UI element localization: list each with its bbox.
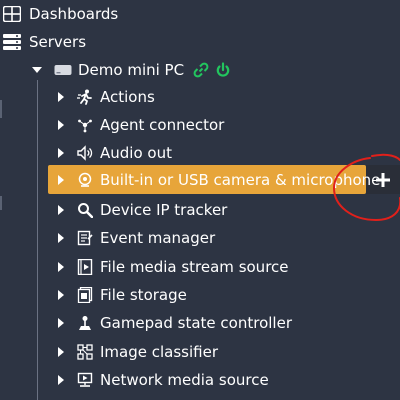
red-annotation-circle [332, 153, 400, 222]
expand-caret-icon[interactable] [58, 290, 64, 300]
file-media-icon [76, 258, 94, 276]
agent-network-icon [76, 116, 94, 134]
tree-item-gamepad-controller[interactable]: Gamepad state controller [0, 309, 400, 337]
expand-caret-icon[interactable] [58, 375, 64, 385]
tree-item-event-manager[interactable]: Event manager [0, 224, 400, 252]
file-storage-icon [76, 286, 94, 304]
tree-item-file-storage[interactable]: File storage [0, 281, 400, 309]
expand-caret-icon[interactable] [58, 175, 64, 185]
expand-caret-icon[interactable] [58, 233, 64, 243]
tree-item-label: Event manager [100, 229, 216, 247]
network-media-icon [76, 371, 94, 389]
tree-item-label: File storage [100, 286, 187, 304]
webcam-icon [76, 171, 94, 189]
expand-caret-icon[interactable] [58, 205, 64, 215]
tree-item-label: Servers [29, 33, 87, 51]
power-icon[interactable] [214, 61, 232, 79]
collapse-caret-icon[interactable] [32, 67, 42, 73]
tree-item-servers[interactable]: Servers [0, 28, 400, 56]
tree-item-dashboards[interactable]: Dashboards [0, 0, 400, 28]
tree-item-label: Device IP tracker [100, 201, 228, 219]
tree-item-label: File media stream source [100, 258, 289, 276]
tree-item-label: Actions [100, 88, 155, 106]
server-stack-icon [3, 33, 21, 51]
tree-item-label: Audio out [100, 144, 172, 162]
device-tree: Dashboards Servers Demo mini PC Actions [0, 0, 400, 400]
tree-item-network-media-source[interactable]: Network media source [0, 366, 400, 394]
event-manager-icon [76, 229, 94, 247]
dashboard-grid-icon [3, 5, 21, 23]
tree-item-file-media-stream[interactable]: File media stream source [0, 253, 400, 281]
expand-caret-icon[interactable] [58, 318, 64, 328]
expand-caret-icon[interactable] [58, 148, 64, 158]
expand-caret-icon[interactable] [58, 347, 64, 357]
joystick-icon [76, 314, 94, 332]
tree-item-agent-connector[interactable]: Agent connector [0, 111, 400, 139]
image-classifier-icon [76, 343, 94, 361]
tree-item-label: Dashboards [29, 5, 119, 23]
tree-item-label: Gamepad state controller [100, 314, 292, 332]
expand-caret-icon[interactable] [58, 262, 64, 272]
running-person-icon [76, 88, 94, 106]
tree-item-label: Image classifier [100, 343, 218, 361]
tree-item-image-classifier[interactable]: Image classifier [0, 338, 400, 366]
tree-item-label: Agent connector [100, 116, 225, 134]
link-icon[interactable] [192, 61, 210, 79]
tree-item-label: Network media source [100, 371, 269, 389]
expand-caret-icon[interactable] [58, 92, 64, 102]
server-name: Demo mini PC [78, 61, 185, 79]
tree-item-server[interactable]: Demo mini PC [0, 56, 400, 84]
speaker-icon [76, 144, 94, 162]
tree-item-actions[interactable]: Actions [0, 83, 400, 111]
magnifier-icon [76, 201, 94, 219]
expand-caret-icon[interactable] [58, 120, 64, 130]
mini-pc-icon [54, 61, 72, 79]
